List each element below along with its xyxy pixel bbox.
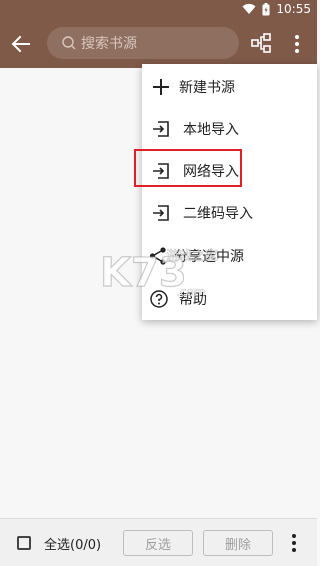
more-vert-icon[interactable] — [288, 532, 300, 554]
select-all-label[interactable]: 全选(0/0) — [44, 534, 101, 553]
import-icon — [153, 205, 169, 221]
battery-icon — [262, 2, 270, 15]
menu-item-label: 本地导入 — [183, 122, 239, 138]
plus-icon — [153, 79, 169, 95]
menu-item-label: 分享选中源 — [174, 249, 244, 265]
overflow-menu: 新建书源 本地导入 网络导入 二维码导入 分享选中源 帮助 — [142, 64, 317, 320]
app-bar: 搜索书源 — [0, 18, 317, 68]
status-bar: 10:55 — [0, 0, 317, 18]
menu-item-label: 二维码导入 — [183, 206, 253, 222]
import-icon — [153, 163, 169, 179]
menu-item-network-import[interactable]: 网络导入 — [142, 150, 317, 192]
wifi-icon — [242, 3, 256, 15]
status-icons: 10:55 — [242, 2, 311, 16]
status-time: 10:55 — [276, 2, 311, 16]
import-icon — [153, 121, 169, 137]
menu-item-local-import[interactable]: 本地导入 — [142, 108, 317, 150]
menu-item-new-source[interactable]: 新建书源 — [142, 66, 317, 108]
search-placeholder: 搜索书源 — [81, 36, 137, 52]
bottom-action-bar: 全选(0/0) 反选 删除 — [0, 518, 317, 566]
menu-item-qrcode-import[interactable]: 二维码导入 — [142, 192, 317, 234]
help-icon — [150, 290, 168, 308]
menu-item-label: 网络导入 — [183, 164, 239, 180]
delete-button[interactable]: 删除 — [203, 530, 273, 556]
group-tree-icon[interactable] — [250, 32, 272, 54]
share-icon — [149, 247, 166, 265]
menu-item-label: 新建书源 — [179, 80, 235, 96]
search-input[interactable]: 搜索书源 — [47, 27, 239, 59]
menu-item-share-selected[interactable]: 分享选中源 — [142, 235, 317, 277]
invert-selection-button[interactable]: 反选 — [123, 530, 193, 556]
more-vert-icon[interactable] — [289, 33, 305, 55]
menu-item-label: 帮助 — [179, 292, 207, 308]
menu-item-help[interactable]: 帮助 — [142, 278, 317, 320]
search-icon — [62, 36, 76, 50]
back-arrow-icon[interactable] — [9, 32, 33, 56]
select-all-checkbox[interactable] — [17, 536, 31, 550]
